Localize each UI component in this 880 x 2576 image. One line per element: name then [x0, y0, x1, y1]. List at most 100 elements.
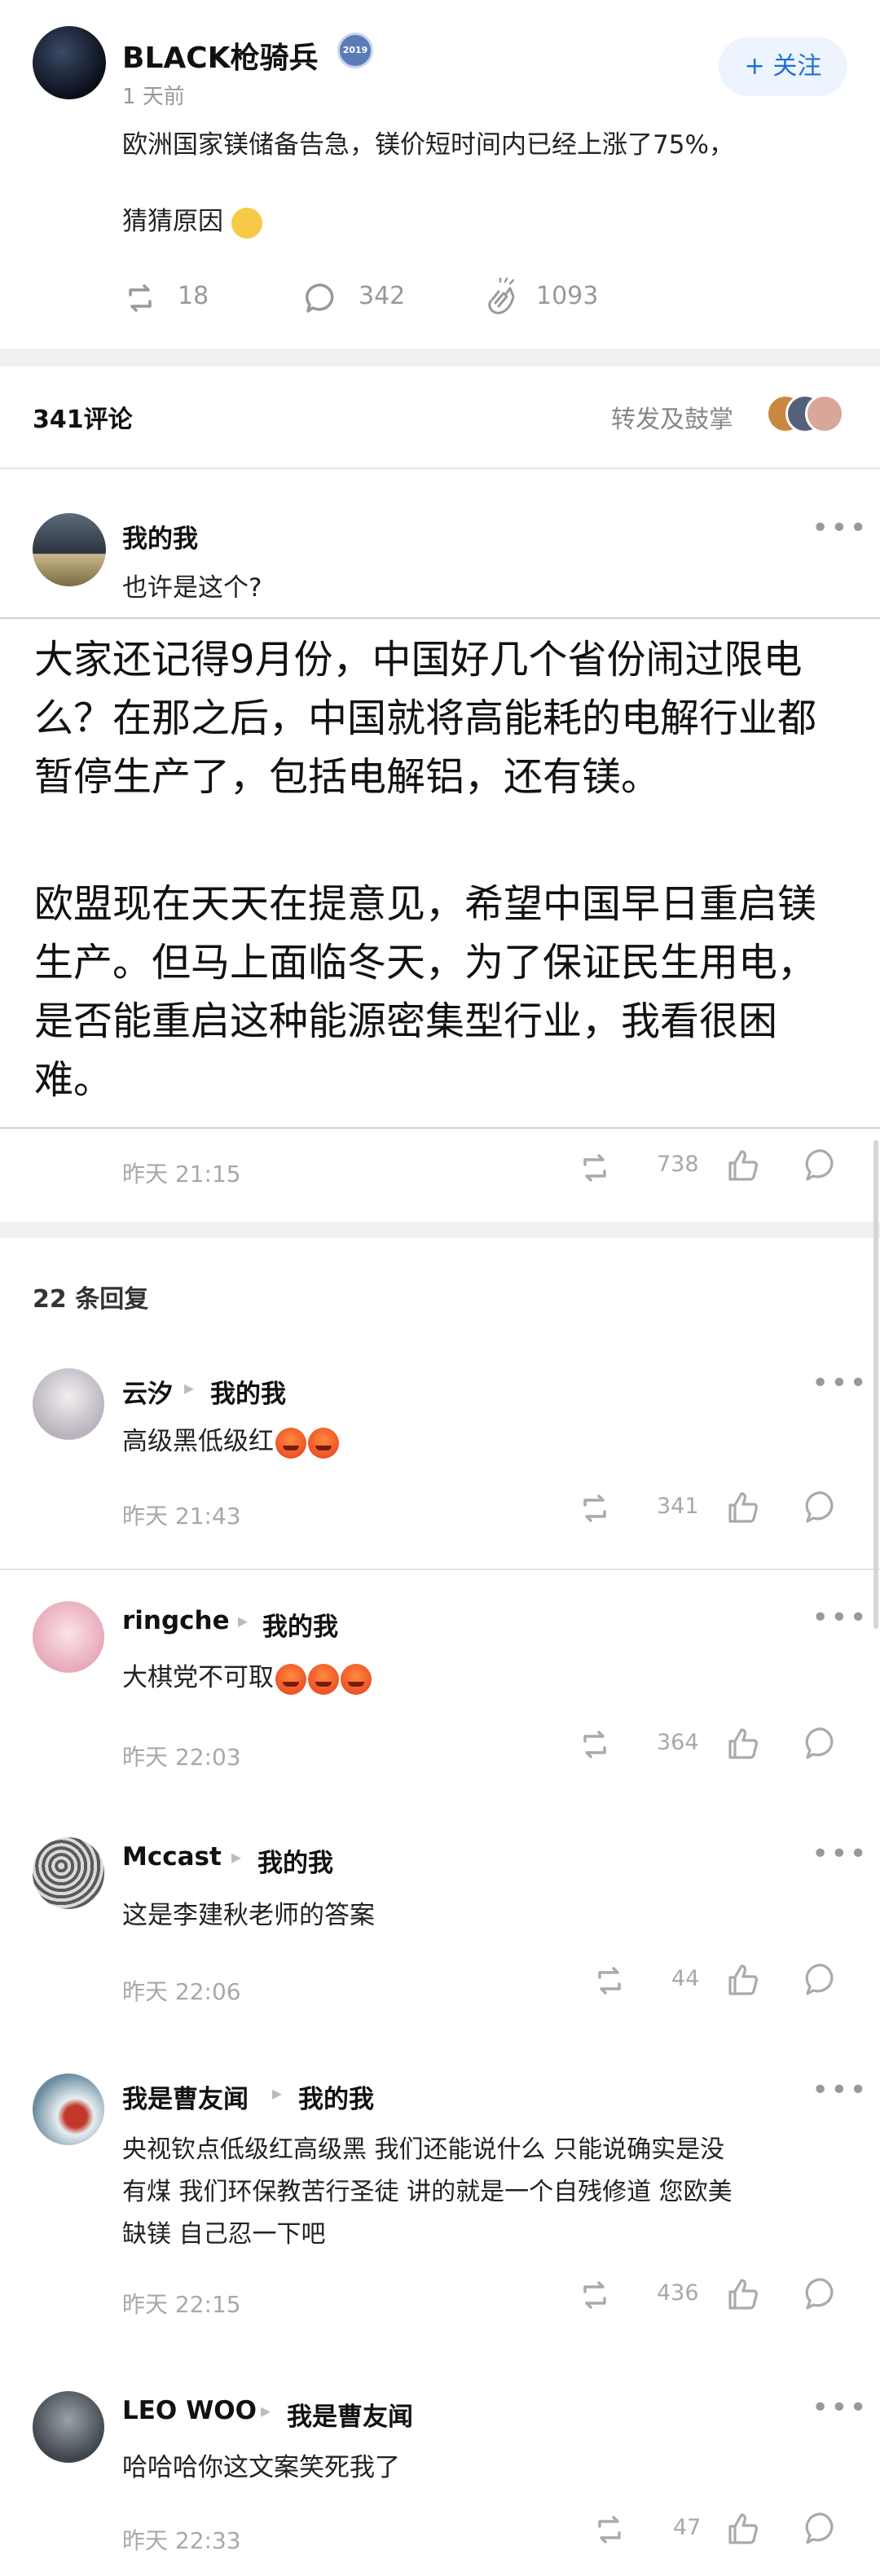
- more-options-icon[interactable]: •••: [812, 2391, 869, 2425]
- grin-emoji-icon: [231, 207, 262, 239]
- author-badge-icon: 2019: [337, 33, 373, 68]
- reply-time: 昨天 22:15: [122, 2291, 241, 2318]
- divider: [0, 467, 880, 469]
- reply-author-avatar[interactable]: [33, 2391, 104, 2463]
- reply-bubble-icon[interactable]: [803, 2510, 841, 2547]
- reply-bubble-icon[interactable]: [803, 2275, 841, 2313]
- thumbs-up-icon[interactable]: [724, 2275, 761, 2313]
- comments-count-label[interactable]: 341评论: [33, 399, 133, 435]
- follow-button[interactable]: + 关注: [719, 37, 847, 96]
- reply-arrow-icon: ▸: [261, 2399, 271, 2422]
- thumbs-up-icon[interactable]: [724, 1147, 761, 1184]
- comment-body-paragraph-2: 欧盟现在天天在提意见，希望中国早日重启镁生产。但马上面临冬天，为了保证民生用电，…: [34, 881, 817, 1103]
- thumbs-up-icon[interactable]: [724, 1725, 761, 1762]
- divider: [0, 1569, 880, 1570]
- clap-icon[interactable]: [481, 277, 523, 319]
- reply-text-content: 高级黑低级红: [122, 1427, 274, 1456]
- comment-author-avatar[interactable]: [33, 513, 106, 586]
- post-author-name[interactable]: BLACK枪骑兵: [122, 34, 319, 77]
- thumbs-up-icon[interactable]: [724, 1961, 761, 1999]
- reply-to-name[interactable]: 我是曹友闻: [287, 2396, 413, 2433]
- thumbs-up-icon[interactable]: [724, 1489, 761, 1526]
- comment-icon[interactable]: [303, 280, 339, 316]
- angry-emoji-icon: [275, 1663, 306, 1695]
- reply-author-name[interactable]: LEO WOO: [122, 2396, 257, 2425]
- reposts-and-claps-link[interactable]: 转发及鼓掌: [611, 399, 733, 435]
- reply-arrow-icon: ▸: [231, 1845, 242, 1868]
- post-text-line2: 猜猜原因: [122, 200, 262, 239]
- reply-text: 大棋党不可取: [122, 1657, 372, 1695]
- reply-bubble-icon[interactable]: [803, 1961, 841, 1999]
- more-options-icon[interactable]: •••: [812, 1837, 869, 1871]
- more-options-icon[interactable]: •••: [812, 1601, 869, 1635]
- replies-count-label: 22 条回复: [33, 1285, 149, 1314]
- reply-text-line-2: 有煤 我们环保教苦行圣徒 讲的就是一个自残修道 您欧美: [122, 2178, 733, 2206]
- thumbs-up-icon[interactable]: [724, 2510, 761, 2547]
- reply-time: 昨天 21:43: [122, 1503, 241, 1529]
- reply-arrow-icon: ▸: [238, 1609, 249, 1632]
- section-separator: [0, 1222, 880, 1238]
- clapper-avatars[interactable]: [766, 394, 847, 435]
- post-text-line2-text: 猜猜原因: [122, 207, 223, 236]
- reply-to-name[interactable]: 我的我: [298, 2078, 374, 2115]
- repost-icon[interactable]: [577, 1490, 613, 1526]
- reply-time: 昨天 22:33: [122, 2527, 241, 2554]
- reply-text-line-1: 央视钦点低级红高级黑 我们还能说什么 只能说确实是没: [122, 2135, 725, 2164]
- comment-author-name[interactable]: 我的我: [122, 518, 198, 555]
- reply-text-line-3: 缺镁 自己忍一下吧: [122, 2220, 326, 2249]
- divider: [0, 1127, 880, 1129]
- repost-icon[interactable]: [592, 2512, 627, 2547]
- divider: [0, 617, 880, 619]
- reply-arrow-icon: ▸: [184, 1376, 195, 1399]
- comment-short-text: 也许是这个?: [122, 573, 262, 603]
- reply-bubble-icon[interactable]: [803, 1489, 841, 1526]
- section-separator: [0, 349, 880, 366]
- angry-emoji-icon: [308, 1663, 339, 1695]
- more-options-icon[interactable]: •••: [812, 2074, 869, 2107]
- reply-to-name[interactable]: 我的我: [210, 1373, 286, 1410]
- reply-to-name[interactable]: 我的我: [257, 1842, 333, 1879]
- reply-author-avatar[interactable]: [33, 1837, 104, 1909]
- reply-author-name[interactable]: Mccast: [122, 1842, 222, 1872]
- reply-time: 昨天 22:03: [122, 1744, 241, 1771]
- reply-time: 昨天 22:06: [122, 1978, 241, 2005]
- reply-count: 341: [657, 1494, 699, 1519]
- repost-count: 18: [178, 282, 209, 310]
- comment-count: 342: [359, 282, 406, 310]
- reply-bubble-icon[interactable]: [803, 1147, 841, 1184]
- comment-time: 昨天 21:15: [122, 1161, 241, 1187]
- reply-count: 436: [657, 2280, 699, 2306]
- reply-author-name[interactable]: 云汐: [122, 1373, 173, 1410]
- reply-author-avatar[interactable]: [33, 1368, 104, 1440]
- more-options-icon[interactable]: •••: [812, 1367, 869, 1400]
- repost-icon[interactable]: [592, 1963, 627, 1999]
- reply-count: 364: [657, 1730, 699, 1755]
- repost-icon[interactable]: [577, 1727, 613, 1762]
- reply-author-name[interactable]: 我是曹友闻: [122, 2078, 249, 2115]
- comment-repost-count: 738: [657, 1152, 699, 1177]
- reply-text: 哈哈哈你这文案笑死我了: [122, 2453, 400, 2482]
- post-time: 1 天前: [122, 85, 185, 109]
- reply-count: 44: [671, 1966, 700, 1991]
- angry-emoji-icon: [275, 1427, 306, 1459]
- comment-body-paragraph-1: 大家还记得9月份，中国好几个省份闹过限电么？在那之后，中国就将高能耗的电解行业都…: [34, 637, 817, 800]
- more-options-icon[interactable]: •••: [812, 511, 869, 545]
- reply-text: 这是李建秋老师的答案: [122, 1901, 375, 1930]
- repost-icon[interactable]: [577, 2277, 613, 2313]
- reply-text: 高级黑低级红: [122, 1420, 339, 1459]
- repost-icon[interactable]: [122, 280, 158, 316]
- post-text-line1: 欧洲国家镁储备告急，镁价短时间内已经上涨了75%，: [122, 130, 734, 160]
- reply-bubble-icon[interactable]: [803, 1725, 841, 1762]
- reply-author-name[interactable]: ringche: [122, 1606, 230, 1635]
- scrollbar[interactable]: [873, 1140, 878, 1629]
- like-count: 1093: [536, 282, 599, 310]
- reply-arrow-icon: ▸: [272, 2082, 283, 2104]
- reply-author-avatar[interactable]: [33, 2074, 104, 2145]
- repost-icon[interactable]: [577, 1150, 613, 1186]
- angry-emoji-icon: [308, 1427, 339, 1459]
- angry-emoji-icon: [341, 1663, 372, 1695]
- reply-author-avatar[interactable]: [33, 1601, 104, 1673]
- reply-to-name[interactable]: 我的我: [262, 1606, 338, 1643]
- reply-text-content: 大棋党不可取: [122, 1663, 274, 1692]
- post-author-avatar[interactable]: [33, 26, 106, 99]
